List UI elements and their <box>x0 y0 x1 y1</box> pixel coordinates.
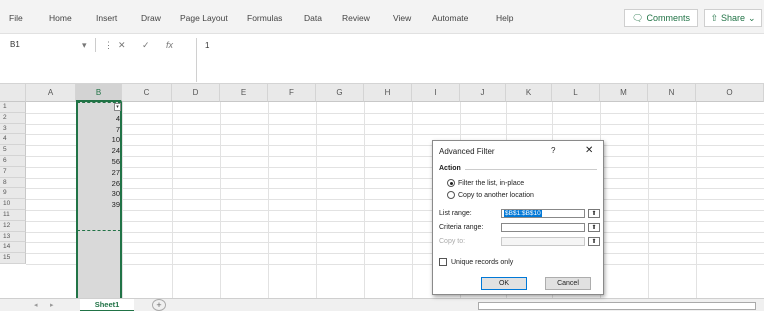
unique-records-label: Unique records only <box>451 258 514 266</box>
copy-to-collapse-button[interactable]: ⬆ <box>588 237 600 246</box>
add-sheet-button[interactable]: + <box>152 299 166 311</box>
copy-location-label: Copy to another location <box>458 191 534 199</box>
share-button[interactable]: ⇧ Share ⌄ <box>704 9 762 27</box>
dialog-title: Advanced Filter <box>439 147 495 156</box>
comments-label: Comments <box>646 13 690 23</box>
column-header[interactable]: M <box>600 84 648 102</box>
menu-page-layout[interactable]: Page Layout <box>180 13 228 23</box>
sheet-tab-bar: ◂ ▸ Sheet1 + <box>0 298 764 311</box>
row-header[interactable]: 14 <box>0 242 26 254</box>
column-header[interactable]: D <box>172 84 220 102</box>
row-header[interactable]: 15 <box>0 253 26 264</box>
more-options-icon: ⋮ <box>104 40 113 50</box>
list-range-label: List range: <box>439 210 472 217</box>
copy-to-label: Copy to: <box>439 238 466 245</box>
share-icon: ⇧ <box>710 12 718 23</box>
menu-view[interactable]: View <box>393 13 411 23</box>
list-range-collapse-button[interactable]: ⬆ <box>588 209 600 218</box>
menu-review[interactable]: Review <box>342 13 370 23</box>
cancel-button[interactable]: Cancel <box>545 277 591 290</box>
comment-icon: 🗨 <box>632 12 644 23</box>
column-header[interactable]: H <box>364 84 412 102</box>
close-icon[interactable]: ✕ <box>585 145 593 156</box>
chevron-right-icon[interactable]: ▸ <box>50 301 54 309</box>
column-header[interactable]: E <box>220 84 268 102</box>
menu-automate[interactable]: Automate <box>432 13 468 23</box>
horizontal-scrollbar[interactable] <box>478 302 756 310</box>
insert-function-icon[interactable]: fx <box>166 40 173 50</box>
column-header[interactable]: F <box>268 84 316 102</box>
criteria-range-collapse-button[interactable]: ⬆ <box>588 223 600 232</box>
list-range-input[interactable]: $B$1:$B$10 <box>501 209 585 218</box>
filter-in-place-option[interactable]: Filter the list, in-place <box>447 179 524 187</box>
list-range-value: $B$1:$B$10 <box>504 210 542 217</box>
column-header[interactable]: A <box>26 84 76 102</box>
cancel-icon[interactable]: ✕ <box>118 40 126 51</box>
help-icon[interactable]: ? <box>551 146 555 155</box>
enter-icon[interactable]: ✓ <box>142 40 150 51</box>
unique-records-option[interactable]: Unique records only <box>439 258 513 266</box>
row-header[interactable]: 10 <box>0 199 26 210</box>
filter-dropdown-button[interactable]: ▾ <box>114 103 121 111</box>
row-header[interactable]: 1 <box>0 102 26 113</box>
row-header[interactable]: 9 <box>0 188 26 200</box>
menu-help[interactable]: Help <box>496 13 513 23</box>
row-header[interactable]: 2 <box>0 112 26 124</box>
row-header[interactable]: 13 <box>0 231 26 243</box>
chevron-down-icon[interactable]: ▾ <box>82 40 87 51</box>
row-header[interactable]: 12 <box>0 220 26 232</box>
action-section-label: Action <box>439 165 461 172</box>
comments-button[interactable]: 🗨 Comments <box>624 9 698 27</box>
menu-home[interactable]: Home <box>49 13 72 23</box>
column-header[interactable]: G <box>316 84 364 102</box>
menu-data[interactable]: Data <box>304 13 322 23</box>
column-header[interactable]: J <box>460 84 506 102</box>
share-label: Share <box>720 13 746 23</box>
criteria-range-input[interactable] <box>501 223 585 232</box>
sheet-tab-sheet1[interactable]: Sheet1 <box>80 299 134 311</box>
column-header[interactable]: B <box>76 84 122 102</box>
menu-formulas[interactable]: Formulas <box>247 13 282 23</box>
row-header[interactable]: 4 <box>0 134 26 146</box>
row-header[interactable]: 3 <box>0 123 26 135</box>
column-header[interactable]: K <box>506 84 552 102</box>
worksheet-grid[interactable]: A B C D E F G H I J K L M N O 1 2 3 4 5 … <box>0 84 764 298</box>
advanced-filter-dialog: Advanced Filter ? ✕ Action Filter the li… <box>432 140 604 295</box>
chevron-left-icon[interactable]: ◂ <box>34 301 38 309</box>
unique-records-checkbox[interactable] <box>439 258 447 266</box>
column-header[interactable]: I <box>412 84 460 102</box>
section-divider <box>465 169 597 170</box>
radio-filter-in-place[interactable] <box>447 179 455 187</box>
copy-location-option[interactable]: Copy to another location <box>447 191 534 199</box>
copy-to-input[interactable] <box>501 237 585 246</box>
row-header[interactable]: 7 <box>0 166 26 178</box>
column-header[interactable]: L <box>552 84 600 102</box>
chevron-down-icon: ⌄ <box>748 12 756 23</box>
ribbon-menubar: File Home Insert Draw Page Layout Formul… <box>0 0 764 34</box>
column-header[interactable]: O <box>696 84 764 102</box>
copy-marquee <box>77 102 121 231</box>
radio-copy-location[interactable] <box>447 191 455 199</box>
filter-in-place-label: Filter the list, in-place <box>458 179 525 187</box>
menu-file[interactable]: File <box>9 13 23 23</box>
row-header[interactable]: 6 <box>0 156 26 167</box>
menu-draw[interactable]: Draw <box>141 13 161 23</box>
select-all-corner[interactable] <box>0 84 26 102</box>
row-header[interactable]: 11 <box>0 210 26 221</box>
column-header[interactable]: C <box>122 84 172 102</box>
ok-button[interactable]: OK <box>481 277 527 290</box>
row-header[interactable]: 8 <box>0 177 26 189</box>
formula-bar: B1 ▾ ⋮ ✕ ✓ fx 1 <box>0 34 764 84</box>
formula-input[interactable]: 1 <box>196 38 764 82</box>
criteria-range-label: Criteria range: <box>439 224 484 231</box>
row-header[interactable]: 5 <box>0 145 26 156</box>
column-header[interactable]: N <box>648 84 696 102</box>
menu-insert[interactable]: Insert <box>96 13 117 23</box>
